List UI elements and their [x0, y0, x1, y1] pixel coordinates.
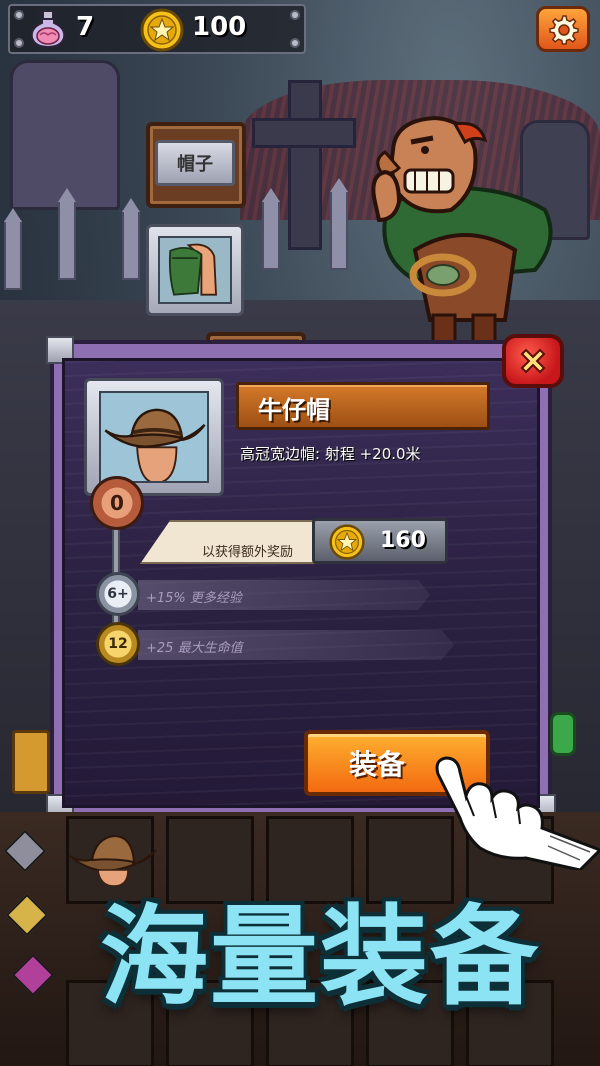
- item-name: 牛仔帽: [258, 396, 330, 424]
- hat-slot-label: 帽子: [155, 140, 235, 186]
- gear-icon: [549, 15, 579, 45]
- bolt-icon: [14, 10, 24, 20]
- fence-post: [122, 198, 140, 280]
- coin-count: 100: [192, 12, 247, 42]
- close-x-icon: [520, 348, 546, 374]
- fence-post: [4, 208, 22, 290]
- brain-potion-icon: [30, 10, 66, 48]
- cape-slot-inner: [158, 236, 232, 304]
- bolt-icon: [290, 10, 300, 20]
- equip-button-label: 装备: [348, 748, 405, 781]
- bolt-icon: [14, 38, 24, 48]
- tier-badge-silver: 6+: [96, 572, 140, 616]
- item-icon-inner: [99, 391, 209, 483]
- grave-cross-arm: [252, 118, 356, 148]
- upgrade-price: 160: [380, 528, 426, 553]
- promo-headline: 海量装备: [99, 895, 540, 1020]
- item-description: 高冠宽边帽: 射程 +20.0米: [240, 445, 421, 463]
- potion-count: 7: [76, 12, 95, 42]
- grave-cross: [288, 80, 322, 250]
- fence-post: [58, 188, 76, 280]
- item-level-badge: 0: [90, 476, 144, 530]
- star-coin-icon: [329, 524, 365, 560]
- close-button[interactable]: [502, 334, 564, 388]
- side-ornament: [550, 712, 576, 756]
- cape-slot[interactable]: [146, 224, 244, 316]
- star-coin-icon: [140, 8, 184, 52]
- tier-badge-gold: 12: [96, 622, 140, 666]
- fence-post: [330, 178, 348, 270]
- side-sign: [12, 730, 50, 794]
- cape-icon: [168, 243, 217, 296]
- tier-bonus-text: +25 最大生命值: [146, 641, 243, 656]
- bonus-prompt-text: 以获得额外奖励: [202, 545, 294, 560]
- fence-post: [262, 188, 280, 270]
- tier-bonus-text: +15% 更多经验: [146, 591, 242, 606]
- cowboy-hat-icon: [104, 408, 206, 481]
- settings-button[interactable]: [536, 6, 590, 52]
- tutorial-hand-pointer-icon: [435, 756, 600, 870]
- zombie-character: [371, 115, 553, 349]
- bolt-icon: [290, 38, 300, 48]
